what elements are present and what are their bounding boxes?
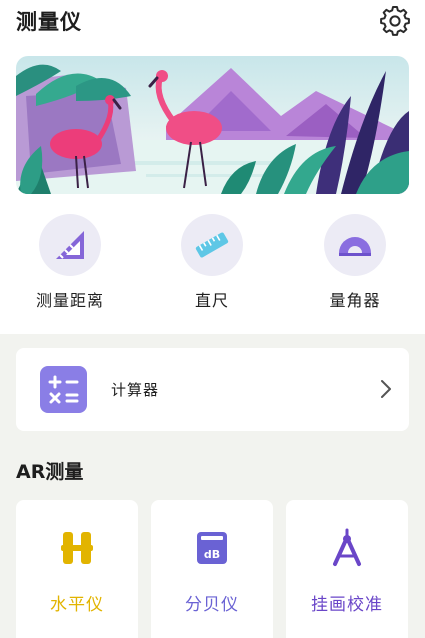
tool-icon-container: [181, 214, 243, 276]
chevron-right-icon: [381, 380, 391, 398]
ar-item-decibel[interactable]: dB 分贝仪: [151, 500, 273, 638]
gear-icon: [380, 6, 410, 36]
calculator-label: 计算器: [111, 381, 160, 399]
ar-item-label: 挂画校准: [311, 595, 383, 615]
calculator-icon: [40, 366, 87, 413]
tool-protractor[interactable]: 量角器: [285, 214, 425, 324]
tool-label: 测量距离: [35, 291, 104, 310]
section-title: AR测量: [16, 461, 84, 483]
tool-ruler[interactable]: 直尺: [142, 214, 282, 324]
tool-icon-container: [39, 214, 101, 276]
decibel-icon: dB: [192, 528, 232, 568]
level-icon: [57, 528, 97, 568]
ar-item-label: 分贝仪: [185, 595, 239, 615]
ruler-icon: [195, 232, 229, 258]
banner-illustration[interactable]: [16, 56, 409, 194]
protractor-icon: [339, 237, 371, 256]
tool-measure-distance[interactable]: 测量距离: [0, 214, 140, 324]
app-title: 测量仪: [16, 10, 82, 34]
ar-item-label: 水平仪: [50, 595, 104, 615]
tool-label: 直尺: [194, 291, 229, 310]
ar-item-picture-calibrate[interactable]: 挂画校准: [286, 500, 408, 638]
compass-icon: [327, 528, 367, 568]
tools-row: 测量距离 直尺 量角器: [0, 214, 425, 332]
tool-label: 量角器: [329, 291, 381, 310]
calculator-card[interactable]: 计算器: [16, 348, 409, 431]
ar-item-level[interactable]: 水平仪: [16, 500, 138, 638]
triangle-ruler-icon: [56, 231, 84, 259]
tool-icon-container: [324, 214, 386, 276]
svg-text:dB: dB: [204, 548, 220, 561]
settings-button[interactable]: [378, 5, 412, 37]
app-header: 测量仪: [0, 0, 425, 46]
